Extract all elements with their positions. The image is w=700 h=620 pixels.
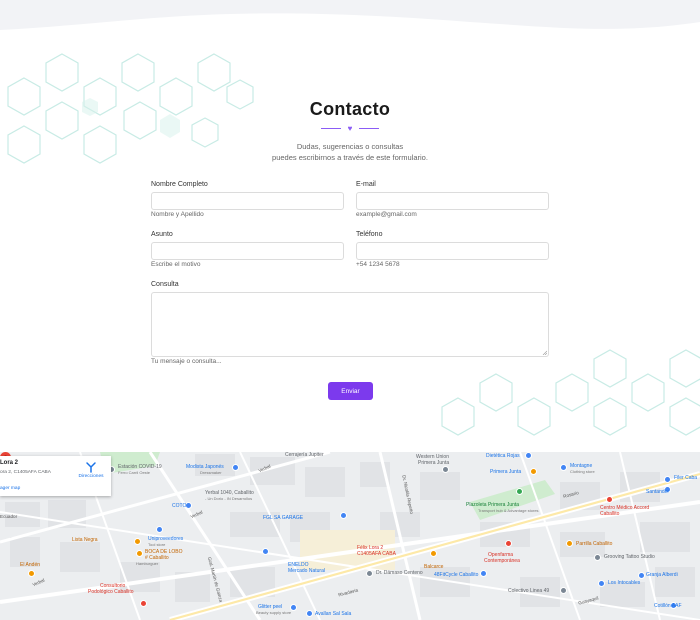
poi-marker[interactable] <box>140 600 147 607</box>
poi-marker[interactable] <box>560 587 567 594</box>
phone-input[interactable] <box>356 242 549 260</box>
place-sublabel: Dressmaker <box>200 470 222 475</box>
send-button[interactable]: Enviar <box>328 382 373 400</box>
place-label: Balcarce <box>424 564 444 570</box>
poi-marker[interactable] <box>306 610 313 617</box>
poi-marker[interactable] <box>638 572 645 579</box>
email-input[interactable] <box>356 192 549 210</box>
poi-marker[interactable] <box>232 464 239 471</box>
name-help: Nombre y Apellido <box>151 211 204 218</box>
heart-icon: ♥ <box>347 124 353 133</box>
poi-marker[interactable] <box>566 540 573 547</box>
contact-page: Contacto ♥ Dudas, sugerencias o consulta… <box>0 0 700 620</box>
place-sublabel: Transport hub & Advantage stores <box>478 508 539 513</box>
place-sublabel: Mercado Natural <box>288 568 325 574</box>
poi-marker[interactable] <box>516 488 523 495</box>
place-label: El Andén <box>20 562 41 568</box>
card-title: Lora 2 <box>0 460 19 466</box>
place-label: Lista Negra <box>72 537 98 543</box>
place-label: Grooving Tattoo Studio <box>604 554 655 560</box>
directions-label: Direcciones <box>78 474 104 479</box>
page-title: Contacto <box>309 99 391 119</box>
place-label: Dietética Rojas <box>486 453 520 459</box>
divider-line-left <box>321 128 341 129</box>
poi-marker[interactable] <box>262 548 269 555</box>
message-textarea[interactable] <box>151 292 549 357</box>
place-sublabel: Ferro Carril Oeste <box>118 470 151 475</box>
resize-grip-icon[interactable] <box>542 350 547 355</box>
place-sublabel: - Un Dorio - IN Desarrollos <box>205 496 253 501</box>
place-label: Parrilla Caballito <box>576 541 613 547</box>
message-help: Tu mensaje o consulta... <box>151 358 222 365</box>
poi-marker[interactable] <box>134 538 141 545</box>
place-label: Colectivo Linea 49 <box>508 588 550 594</box>
place-label: Los Intocables <box>608 580 641 586</box>
street-label: Ecuador <box>0 514 18 519</box>
place-label: Santander <box>646 489 670 495</box>
poi-marker[interactable] <box>430 550 437 557</box>
place-sublabel: Beauty supply store <box>256 610 292 615</box>
page-subtitle: Dudas, sugerencias o consultas puedes es… <box>0 141 700 163</box>
place-label: COTO <box>172 503 187 509</box>
subtitle-line-2: puedes escribirnos a través de este form… <box>272 153 428 162</box>
place-label: Primera Junta <box>490 469 522 475</box>
place-label: Cerrajería Jupiter <box>285 452 324 458</box>
poi-marker[interactable] <box>442 466 449 473</box>
email-help: example@gmail.com <box>356 211 417 218</box>
poi-marker[interactable] <box>594 554 601 561</box>
phone-label: Teléfono <box>356 231 383 238</box>
poi-marker[interactable] <box>340 512 347 519</box>
subject-label: Asunto <box>151 231 173 238</box>
place-label: Avallan Sal Sala <box>315 611 352 617</box>
place-label: Dr. Dámaso Centeno <box>376 570 423 576</box>
poi-marker[interactable] <box>606 496 613 503</box>
view-larger-map-link[interactable]: ager map <box>0 486 20 491</box>
subject-help: Escribe el motivo <box>151 261 201 268</box>
name-label: Nombre Completo <box>151 181 208 188</box>
place-label: Centro Médico Accord Caballito <box>600 505 650 517</box>
directions-icon <box>86 462 96 473</box>
divider-line-right <box>359 128 379 129</box>
top-wave-decoration <box>0 0 700 30</box>
subtitle-line-1: Dudas, sugerencias o consultas <box>296 142 404 151</box>
place-label: 48FitCycle Caballito <box>434 572 479 578</box>
poi-marker[interactable] <box>664 476 671 483</box>
poi-marker[interactable] <box>560 464 567 471</box>
poi-marker[interactable] <box>525 452 532 459</box>
place-sublabel: Primera Junta <box>418 460 450 466</box>
card-address: ora 2, C1405AFA CABA <box>0 470 51 475</box>
poi-marker[interactable] <box>28 570 35 577</box>
place-sublabel: Clothing store <box>570 469 595 474</box>
name-input[interactable] <box>151 192 344 210</box>
place-label: Filer Caba <box>674 475 698 481</box>
place-label: FGL SA GARAGE <box>263 515 304 521</box>
poi-marker[interactable] <box>505 540 512 547</box>
phone-help: +54 1234 5678 <box>356 261 400 268</box>
directions-button[interactable]: Direcciones <box>78 461 104 483</box>
poi-marker[interactable] <box>136 550 143 557</box>
pin-sublabel: C1405AFA CABA <box>357 551 396 557</box>
place-sublabel: Contemporánea <box>484 558 520 564</box>
map-info-card: Lora 2 ora 2, C1405AFA CABA ager map Dir… <box>0 456 111 496</box>
poi-marker[interactable] <box>530 468 537 475</box>
message-label: Consulta <box>151 281 179 288</box>
place-label: Hamburguer <box>136 561 159 566</box>
poi-marker[interactable] <box>156 526 163 533</box>
poi-marker[interactable] <box>598 580 605 587</box>
poi-marker[interactable] <box>480 570 487 577</box>
place-sublabel: Podológico Caballito <box>88 589 134 595</box>
place-label: Granja Alberdi <box>646 572 678 578</box>
poi-marker[interactable] <box>366 570 373 577</box>
subject-input[interactable] <box>151 242 344 260</box>
email-label: E-mail <box>356 181 376 188</box>
place-sublabel: Tool store <box>148 542 166 547</box>
title-divider: ♥ <box>321 124 379 134</box>
place-label: Cotillón AAF <box>654 603 682 609</box>
